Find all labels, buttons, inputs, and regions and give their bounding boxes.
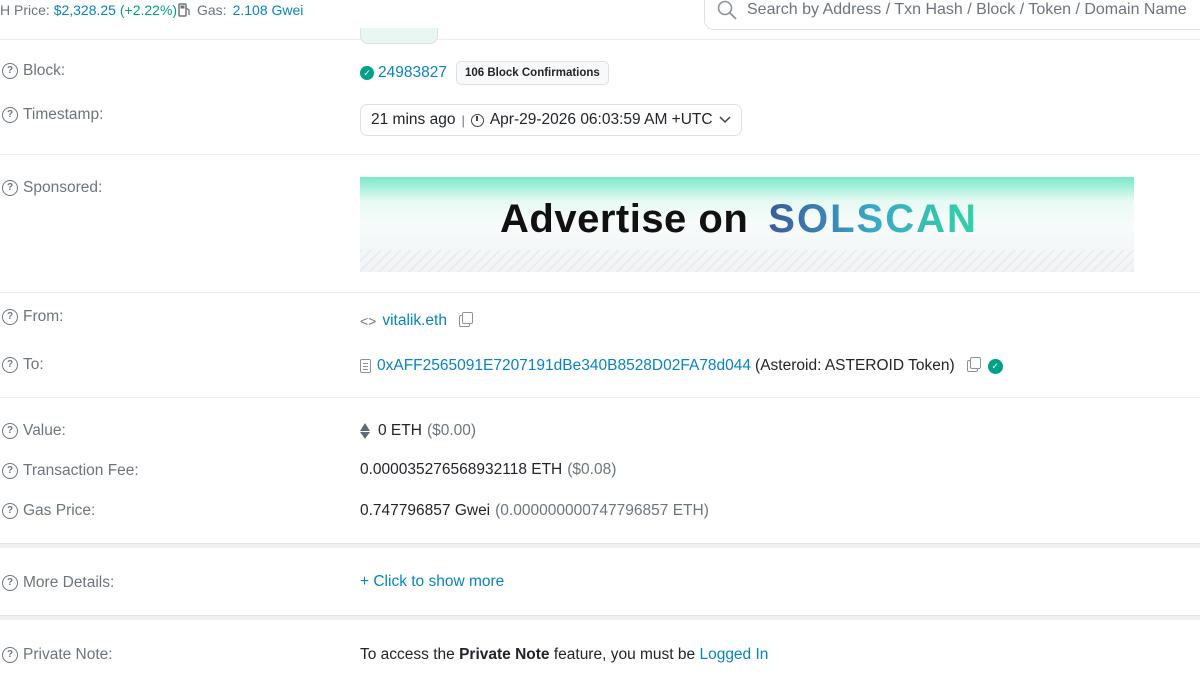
divider <box>0 292 1200 293</box>
fee-label: ? Transaction Fee: <box>2 462 139 480</box>
search-icon <box>717 0 737 20</box>
check-circle-icon: ✓ <box>360 66 374 80</box>
from-label: ? From: <box>2 308 63 326</box>
fee-label-text: Transaction Fee: <box>23 462 139 479</box>
copy-icon[interactable] <box>458 312 473 327</box>
ens-icon: <> <box>360 313 377 329</box>
value-amount: 0 ETH <box>378 422 422 439</box>
eth-price: H Price: $2,328.25 (+2.22%) <box>0 2 177 18</box>
verified-check-icon: ✓ <box>987 358 1003 374</box>
help-icon[interactable]: ? <box>2 107 18 123</box>
help-icon[interactable]: ? <box>2 63 18 79</box>
from-address-link[interactable]: vitalik.eth <box>382 312 447 330</box>
more-details-label: ? More Details: <box>2 574 114 592</box>
note-text-bold: Private Note <box>459 646 550 663</box>
gas-pump-icon <box>178 3 190 17</box>
help-icon[interactable]: ? <box>2 309 18 325</box>
copy-icon[interactable] <box>966 357 981 372</box>
fee-usd: ($0.08) <box>567 461 617 478</box>
divider <box>0 397 1200 398</box>
gas-price-label: ? Gas Price: <box>2 502 95 520</box>
from-value: <> vitalik.eth <box>360 312 473 330</box>
help-icon[interactable]: ? <box>2 503 18 519</box>
top-bar: H Price: $2,328.25 (+2.22%) Gas: 2.108 G… <box>0 0 1200 40</box>
eth-diamond-icon <box>360 423 370 439</box>
timestamp-label-text: Timestamp: <box>23 106 104 123</box>
sponsored-label-text: Sponsored: <box>23 179 103 196</box>
ad-stripes <box>360 250 1134 272</box>
status-pill-partial <box>360 28 438 44</box>
gas-tracker[interactable]: Gas: 2.108 Gwei <box>178 2 303 18</box>
gas-price-amount: 0.747796857 Gwei <box>360 502 491 519</box>
sponsored-ad-banner[interactable]: Advertise on SOLSCAN <box>360 177 1134 272</box>
fee-amount: 0.000035276568932118 ETH <box>360 461 563 478</box>
block-number-link[interactable]: 24983827 <box>378 64 447 82</box>
help-icon[interactable]: ? <box>2 575 18 591</box>
note-text-before: To access the <box>360 646 460 663</box>
clock-icon <box>470 113 484 127</box>
to-contract-name: (Asteroid: ASTEROID Token) <box>755 357 955 374</box>
eth-price-change: (+2.22%) <box>119 2 178 18</box>
ad-brand-logo: SOLSCAN <box>768 197 978 241</box>
to-label-text: To: <box>23 356 44 373</box>
timestamp-dropdown[interactable]: 21 mins ago | Apr-29-2026 06:03:59 AM +U… <box>360 104 742 136</box>
divider <box>0 154 1200 155</box>
gas-value: 2.108 Gwei <box>232 2 304 18</box>
login-link[interactable]: Logged In <box>699 646 768 664</box>
timestamp-relative: 21 mins ago <box>371 111 456 128</box>
ad-headline: Advertise on <box>500 197 749 241</box>
block-confirmations-badge: 106 Block Confirmations <box>455 61 609 85</box>
help-icon[interactable]: ? <box>2 357 18 373</box>
value-value: 0 ETH ($0.00) <box>360 422 476 440</box>
help-icon[interactable]: ? <box>2 463 18 479</box>
sponsored-label: ? Sponsored: <box>2 179 102 197</box>
ad-text: Advertise on SOLSCAN <box>500 197 978 242</box>
to-address-link[interactable]: 0xAFF2565091E7207191dBe340B8528D02FA78d0… <box>377 357 751 375</box>
block-label-text: Block: <box>23 62 66 79</box>
value-label: ? Value: <box>2 422 66 440</box>
fee-value: 0.000035276568932118 ETH ($0.08) <box>360 461 616 479</box>
gas-label: Gas: <box>197 2 227 18</box>
block-label: ? Block: <box>2 62 65 80</box>
help-icon[interactable]: ? <box>2 647 18 663</box>
gas-price-eth: (0.000000000747796857 ETH) <box>495 502 709 519</box>
private-note-label-text: Private Note: <box>23 646 113 663</box>
from-label-text: From: <box>23 308 64 325</box>
value-label-text: Value: <box>23 422 66 439</box>
note-text-after: feature, you must be <box>549 646 700 663</box>
to-value: 0xAFF2565091E7207191dBe340B8528D02FA78d0… <box>360 357 1003 375</box>
search-input[interactable]: Search by Address / Txn Hash / Block / T… <box>704 0 1200 30</box>
contract-document-icon <box>360 359 371 373</box>
chevron-down-icon <box>719 116 731 124</box>
to-label: ? To: <box>2 356 44 374</box>
show-more-link[interactable]: + Click to show more <box>360 573 504 591</box>
block-value: ✓ 24983827 106 Block Confirmations <box>360 61 609 85</box>
gas-price-label-text: Gas Price: <box>23 502 96 519</box>
timestamp-label: ? Timestamp: <box>2 106 103 124</box>
timestamp-absolute: Apr-29-2026 06:03:59 AM +UTC <box>489 111 713 128</box>
eth-price-value[interactable]: $2,328.25 <box>54 2 116 18</box>
timestamp-divider: | <box>461 112 465 128</box>
section-divider <box>0 615 1200 620</box>
help-icon[interactable]: ? <box>2 180 18 196</box>
gas-price-value: 0.747796857 Gwei (0.000000000747796857 E… <box>360 502 709 520</box>
help-icon[interactable]: ? <box>2 423 18 439</box>
timestamp-value: 21 mins ago | Apr-29-2026 06:03:59 AM +U… <box>360 104 742 136</box>
more-details-value: + Click to show more <box>360 573 504 591</box>
eth-price-label: H Price: <box>0 2 50 18</box>
search-placeholder: Search by Address / Txn Hash / Block / T… <box>747 1 1187 18</box>
private-note-value: To access the Private Note feature, you … <box>360 646 768 664</box>
private-note-label: ? Private Note: <box>2 646 113 664</box>
value-usd: ($0.00) <box>426 422 477 439</box>
more-details-label-text: More Details: <box>23 574 115 591</box>
section-divider <box>0 543 1200 548</box>
